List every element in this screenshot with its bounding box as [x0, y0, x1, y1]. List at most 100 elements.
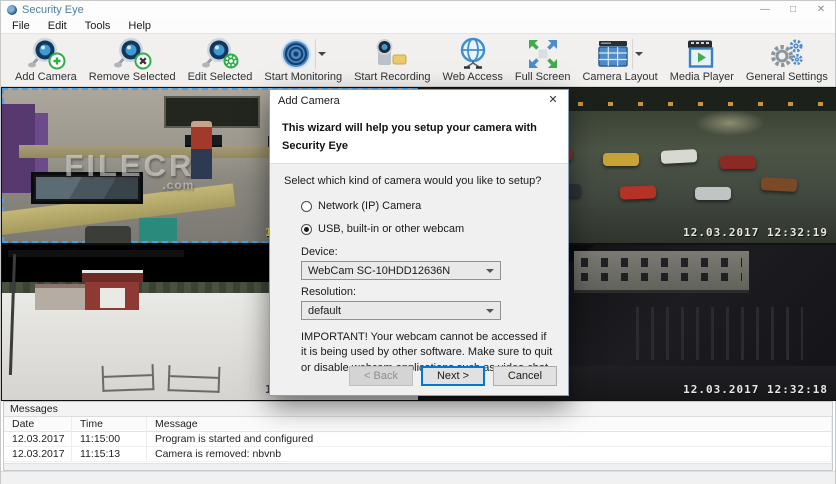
dialog-title-bar: Add Camera ✕: [270, 90, 568, 111]
add-camera-button[interactable]: Add Camera: [9, 37, 83, 83]
menu-tools[interactable]: Tools: [76, 19, 120, 33]
web-access-globe-icon: [456, 37, 490, 71]
camera-timestamp: 12.03.2017 12:32:18: [683, 383, 828, 396]
add-camera-label: Add Camera: [15, 71, 77, 83]
resolution-label: Resolution:: [301, 286, 554, 298]
car: [720, 156, 756, 169]
snow-ladder-frame: [168, 365, 221, 393]
radio-network-ip-camera[interactable]: Network (IP) Camera: [301, 200, 554, 212]
column-header-time[interactable]: Time: [72, 417, 147, 432]
courtyard-window-row: [581, 258, 742, 267]
start-monitoring-button[interactable]: Start Monitoring: [258, 37, 348, 83]
start-monitoring-dropdown-arrow[interactable]: [315, 39, 327, 69]
camera-layout-dropdown-arrow[interactable]: [632, 39, 644, 69]
courtyard-window-row: [581, 273, 742, 282]
camera-layout-label: Camera Layout: [582, 71, 657, 83]
message-row[interactable]: 12.03.2017 11:15:13 Camera is removed: n…: [4, 447, 832, 462]
chevron-down-icon: [486, 269, 494, 273]
radio-icon[interactable]: [301, 201, 312, 212]
menu-edit[interactable]: Edit: [39, 19, 76, 33]
message-date: 12.03.2017: [4, 447, 72, 462]
message-date: 12.03.2017: [4, 432, 72, 447]
office-person: [191, 121, 212, 180]
resolution-select[interactable]: default: [301, 301, 501, 320]
menu-help[interactable]: Help: [119, 19, 160, 33]
radio-usb-webcam[interactable]: USB, built-in or other webcam: [301, 223, 554, 235]
car: [695, 187, 731, 200]
camera-timestamp: 12.03.2017 12:32:19: [683, 226, 828, 239]
office-wall-board: [164, 96, 260, 129]
start-recording-button[interactable]: Start Recording: [348, 37, 436, 83]
edit-camera-icon: [200, 37, 240, 71]
menu-file[interactable]: File: [3, 19, 39, 33]
window-controls: — □ ✕: [751, 1, 835, 19]
chevron-down-icon: [486, 309, 494, 313]
edit-selected-label: Edit Selected: [188, 71, 253, 83]
menu-bar: File Edit Tools Help: [1, 19, 835, 34]
column-header-message[interactable]: Message: [147, 417, 832, 432]
next-button[interactable]: Next >: [421, 366, 485, 386]
snow-shed: [35, 284, 85, 310]
add-camera-icon: [26, 37, 66, 71]
media-player-icon: [685, 37, 719, 71]
window-title: Security Eye: [22, 4, 84, 16]
cancel-button[interactable]: Cancel: [493, 366, 557, 386]
start-monitoring-label: Start Monitoring: [264, 71, 342, 83]
messages-panel-title: Messages: [4, 402, 832, 417]
dialog-close-icon[interactable]: ✕: [538, 90, 568, 111]
web-access-button[interactable]: Web Access: [437, 37, 509, 83]
device-select[interactable]: WebCam SC-10HDD12636N: [301, 261, 501, 280]
camera-layout-grid-icon: [596, 37, 630, 71]
dialog-header: This wizard will help you setup your cam…: [270, 111, 568, 164]
camera-layout-button[interactable]: Camera Layout: [576, 37, 663, 83]
general-settings-button[interactable]: General Settings: [740, 37, 834, 83]
radio-icon-selected[interactable]: [301, 224, 312, 235]
remove-selected-button[interactable]: Remove Selected: [83, 37, 182, 83]
dialog-title: Add Camera: [278, 95, 340, 107]
message-time: 11:15:13: [72, 447, 147, 462]
message-text: Camera is removed: nbvnb: [147, 447, 832, 462]
car: [619, 185, 655, 199]
office-cabinet: [139, 218, 176, 241]
message-text: Program is started and configured: [147, 432, 832, 447]
status-bar: [1, 471, 835, 484]
minimize-button[interactable]: —: [751, 1, 779, 19]
office-chair: [85, 226, 131, 243]
horizontal-scrollbar[interactable]: [4, 463, 832, 470]
general-settings-label: General Settings: [746, 71, 828, 83]
column-header-date[interactable]: Date: [4, 417, 72, 432]
message-row[interactable]: 12.03.2017 11:15:00 Program is started a…: [4, 432, 832, 447]
media-player-label: Media Player: [670, 71, 734, 83]
radio-network-label: Network (IP) Camera: [318, 200, 421, 212]
full-screen-arrows-icon: [526, 37, 560, 71]
edit-selected-button[interactable]: Edit Selected: [182, 37, 259, 83]
snow-red-house: [85, 279, 139, 310]
car: [603, 153, 639, 166]
remove-selected-label: Remove Selected: [89, 71, 176, 83]
snow-ladder-frame: [101, 364, 154, 392]
device-label: Device:: [301, 246, 554, 258]
start-recording-label: Start Recording: [354, 71, 430, 83]
parking-lamp-glow: [695, 110, 765, 136]
web-access-label: Web Access: [443, 71, 503, 83]
maximize-button[interactable]: □: [779, 1, 807, 19]
full-screen-button[interactable]: Full Screen: [509, 37, 577, 83]
courtyard-building: [574, 251, 749, 293]
remove-camera-icon: [112, 37, 152, 71]
messages-panel: Messages Date Time Message 12.03.2017 11…: [3, 401, 833, 471]
watermark: FILECR .com: [64, 148, 194, 192]
media-player-button[interactable]: Media Player: [664, 37, 740, 83]
courtyard-fence: [636, 307, 802, 360]
camera-osd-text: [8, 250, 184, 257]
dialog-question: Select which kind of camera would you li…: [284, 175, 554, 187]
resolution-select-value: default: [308, 305, 486, 317]
settings-gears-icon: [769, 37, 805, 71]
close-button[interactable]: ✕: [807, 1, 835, 19]
message-time: 11:15:00: [72, 432, 147, 447]
car: [761, 177, 798, 192]
device-select-value: WebCam SC-10HDD12636N: [308, 265, 486, 277]
start-monitoring-icon: [279, 37, 313, 71]
dialog-buttons: < Back Next > Cancel: [349, 366, 557, 386]
start-recording-icon: [374, 37, 410, 71]
back-button: < Back: [349, 366, 413, 386]
